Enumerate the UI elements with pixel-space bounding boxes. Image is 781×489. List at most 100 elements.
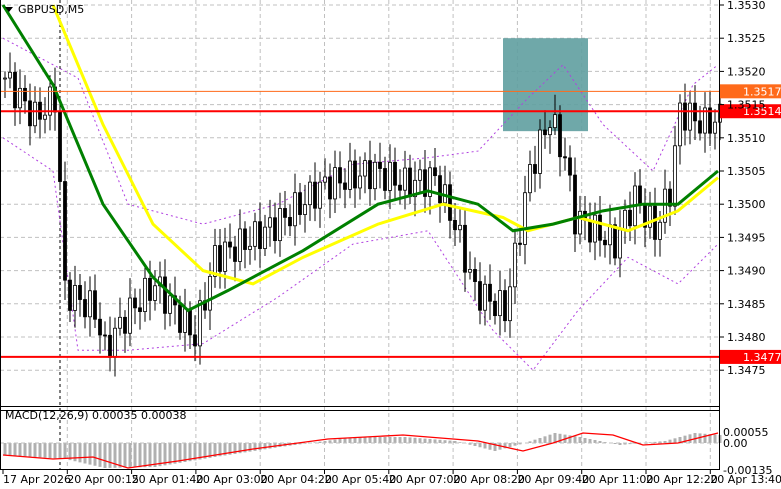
- candle-body: [658, 221, 662, 240]
- price-label: 1.3515: [727, 99, 766, 112]
- candle-body: [288, 216, 292, 227]
- candle-body: [88, 290, 92, 318]
- candle-body: [368, 160, 372, 190]
- symbol-label: GBPUSD,M5: [18, 3, 84, 16]
- candle-body: [448, 184, 452, 221]
- price-level-label: 1.3477: [743, 351, 781, 364]
- candle-body: [83, 299, 87, 318]
- candle-body: [478, 281, 482, 311]
- candle-body: [338, 167, 342, 184]
- price-label: 1.3485: [727, 298, 766, 311]
- candle-body: [518, 242, 522, 245]
- candle-body: [563, 156, 567, 159]
- candle-body: [683, 102, 687, 131]
- price-label: 1.3510: [727, 132, 766, 145]
- candle-body: [148, 277, 152, 301]
- time-label: 20 Apr 00:15: [67, 473, 139, 486]
- candle-body: [208, 275, 212, 311]
- candle-body: [418, 169, 422, 181]
- candle-body: [153, 285, 157, 301]
- candle-body: [468, 269, 472, 273]
- candle-body: [493, 300, 497, 317]
- candle-body: [408, 167, 412, 198]
- candle-body: [578, 210, 582, 235]
- candle-body: [283, 208, 287, 218]
- candle-body: [248, 245, 252, 250]
- candle-body: [363, 160, 367, 177]
- price-chart[interactable]: 1.35171.35141.3477 0.000550.00-0.00135 1…: [0, 0, 781, 489]
- time-label: 20 Apr 04:20: [260, 473, 332, 486]
- price-label: 1.3500: [727, 198, 766, 211]
- time-label: 20 Apr 12:20: [646, 473, 718, 486]
- chart-window[interactable]: 1.3517 1.3514 1.3477 0.00055 0.00 -0.00135 1…: [0, 0, 781, 489]
- candle-body: [348, 160, 352, 190]
- candle-body: [303, 204, 307, 215]
- time-label: 20 Apr 11:00: [582, 473, 654, 486]
- candle-body: [328, 176, 332, 200]
- candle-body: [298, 192, 302, 215]
- candle-body: [218, 245, 222, 272]
- candle-body: [503, 290, 507, 322]
- candle-body: [263, 226, 267, 249]
- candle-body: [23, 87, 27, 102]
- candle-body: [678, 102, 682, 147]
- candle-body: [278, 208, 282, 242]
- candle-body: [308, 181, 312, 206]
- candle-body: [438, 175, 442, 204]
- price-label: 1.3530: [727, 0, 766, 12]
- candle-body: [163, 276, 167, 314]
- candle-body: [618, 229, 622, 259]
- candle-body: [228, 241, 232, 248]
- candle-body: [253, 221, 257, 247]
- candle-body: [28, 100, 32, 127]
- candle-body: [178, 304, 182, 333]
- candle-body: [108, 334, 112, 358]
- candle-body: [63, 181, 67, 281]
- price-level-label: 1.3517: [743, 85, 781, 98]
- candle-body: [138, 307, 142, 312]
- candle-body: [43, 114, 47, 120]
- candle-body: [538, 129, 542, 174]
- price-axis: 1.3530 1.3525 1.3520 1.3515 1.3510 1.3505 1.35…: [720, 0, 766, 377]
- candle-body: [273, 217, 277, 242]
- candle-body: [488, 283, 492, 302]
- candle-body: [318, 181, 322, 209]
- candle-body: [333, 167, 337, 200]
- candle-body: [638, 185, 642, 206]
- candle-body: [343, 182, 347, 190]
- time-label: 17 Apr 2026: [3, 473, 71, 486]
- candle-body: [508, 286, 512, 322]
- candle-body: [648, 205, 652, 228]
- candle-body: [353, 160, 357, 189]
- candle-body: [598, 214, 602, 241]
- candle-body: [313, 181, 317, 209]
- candle-body: [453, 220, 457, 231]
- candle-body: [168, 295, 172, 314]
- candle-body: [323, 176, 327, 183]
- price-label: 1.3520: [727, 65, 766, 78]
- time-axis: 17 Apr 202620 Apr 00:1520 Apr 01:40 20 Ap…: [2, 470, 781, 486]
- candle-body: [268, 217, 272, 228]
- price-label: 1.3475: [727, 364, 766, 377]
- candle-body: [233, 246, 237, 262]
- candle-body: [523, 192, 527, 245]
- candle-body: [183, 308, 187, 333]
- macd-label: MACD(12,26,9) 0.00035 0.00038: [5, 409, 187, 422]
- candle-body: [123, 316, 127, 334]
- candle-body: [78, 285, 82, 300]
- candle-body: [628, 209, 632, 227]
- candle-body: [68, 279, 72, 311]
- candle-body: [433, 167, 437, 177]
- candle-body: [588, 219, 592, 243]
- candle-body: [483, 283, 487, 311]
- candle-body: [548, 127, 552, 136]
- candle-body: [713, 121, 717, 134]
- candle-body: [553, 114, 557, 129]
- time-label: 20 Apr 01:40: [132, 473, 204, 486]
- candle-body: [243, 228, 247, 250]
- candle-body: [603, 239, 607, 246]
- candle-body: [568, 157, 572, 176]
- candle-body: [673, 145, 677, 207]
- candle-body: [513, 242, 517, 288]
- candle-body: [113, 327, 117, 358]
